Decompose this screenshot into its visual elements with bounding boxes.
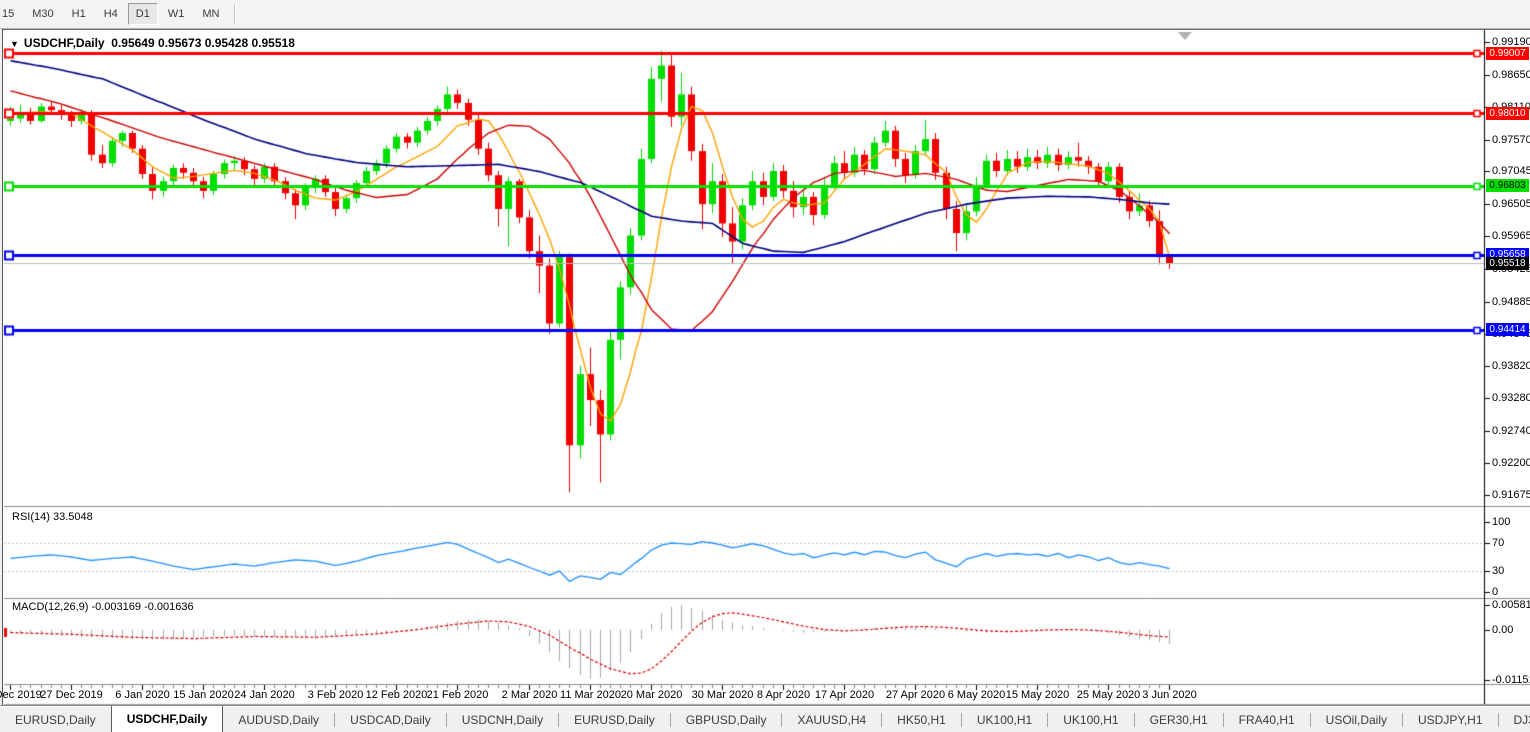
price-axis-label: 0.95965	[1492, 230, 1530, 242]
chart-tab-uk100-h1[interactable]: UK100,H1	[962, 706, 1047, 732]
chart-tab-audusd-daily[interactable]: AUDUSD,Daily	[223, 706, 334, 732]
date-axis-label: 3 Jun 2020	[1142, 689, 1196, 701]
hline-price-badge: 0.94414	[1486, 323, 1529, 336]
rsi-axis-label: 100	[1492, 516, 1510, 528]
macd-indicator-label: MACD(12,26,9) -0.003169 -0.001636	[12, 601, 194, 613]
current-price-badge: 0.95518	[1486, 257, 1529, 270]
collapse-arrow-icon[interactable]: ▼	[10, 39, 19, 49]
date-axis-label: 20 Mar 2020	[621, 689, 683, 701]
chart-tab-eurusd-daily[interactable]: EURUSD,Daily	[0, 706, 111, 732]
chart-symbol: USDCHF,Daily	[24, 36, 105, 50]
date-axis-label: 30 Mar 2020	[692, 689, 754, 701]
date-axis-label: 27 Dec 2019	[40, 689, 102, 701]
hline-price-badge: 0.96803	[1486, 179, 1529, 192]
ohlc-open: 0.95649	[111, 36, 154, 50]
chart-tab-uk100-h1[interactable]: UK100,H1	[1048, 706, 1133, 732]
chart-tab-usdcnh-daily[interactable]: USDCNH,Daily	[447, 706, 558, 732]
chart-tab-gbpusd-daily[interactable]: GBPUSD,Daily	[671, 706, 782, 732]
chart-tabs: EURUSD,DailyUSDCHF,DailyAUDUSD,DailyUSDC…	[0, 706, 1530, 732]
date-axis-label: 3 Feb 2020	[308, 689, 364, 701]
chart-tab-hk50-h1[interactable]: HK50,H1	[882, 706, 961, 732]
date-axis-label: 15 May 2020	[1006, 689, 1070, 701]
price-axis-label: 0.91675	[1492, 489, 1530, 501]
chart-tab-usoil-daily[interactable]: USOil,Daily	[1311, 706, 1402, 732]
chart-tab-dj30-h1[interactable]: DJ30,H1	[1499, 706, 1530, 732]
date-axis-label: 12 Feb 2020	[366, 689, 428, 701]
hline-price-badge: 0.98010	[1486, 107, 1529, 120]
rsi-axis-label: 70	[1492, 537, 1504, 549]
chart-title: ▼ USDCHF,Daily 0.95649 0.95673 0.95428 0.…	[10, 36, 295, 50]
date-axis-label: 21 Feb 2020	[427, 689, 489, 701]
macd-axis-label: -0.011514	[1492, 674, 1530, 686]
chart-tab-xauusd-h4[interactable]: XAUUSD,H4	[782, 706, 881, 732]
date-axis-label: 6 May 2020	[948, 689, 1005, 701]
date-axis-label: 6 Jan 2020	[115, 689, 169, 701]
ohlc-low: 0.95428	[205, 36, 248, 50]
price-axis-label: 0.93280	[1492, 392, 1530, 404]
date-axis-label: 18 Dec 2019	[0, 689, 42, 701]
date-axis-label: 11 Mar 2020	[560, 689, 621, 701]
price-axis-label: 0.97045	[1492, 165, 1530, 177]
hline-price-badge: 0.99007	[1486, 47, 1529, 60]
date-axis-label: 25 May 2020	[1077, 689, 1141, 701]
date-axis-label: 17 Apr 2020	[815, 689, 874, 701]
price-axis-label: 0.97570	[1492, 134, 1530, 146]
ohlc-high: 0.95673	[158, 36, 201, 50]
price-axis-label: 0.92200	[1492, 457, 1530, 469]
price-axis-label: 0.92740	[1492, 425, 1530, 437]
price-axis-label: 0.98650	[1492, 69, 1530, 81]
chart-tab-fra40-h1[interactable]: FRA40,H1	[1224, 706, 1310, 732]
rsi-axis-label: 30	[1492, 565, 1504, 577]
date-axis-label: 8 Apr 2020	[757, 689, 810, 701]
rsi-indicator-label: RSI(14) 33.5048	[12, 511, 93, 523]
date-axis-label: 15 Jan 2020	[173, 689, 234, 701]
chart-tab-usdchf-daily[interactable]: USDCHF,Daily	[111, 706, 224, 732]
date-axis-label: 2 Mar 2020	[502, 689, 558, 701]
date-axis-label: 27 Apr 2020	[886, 689, 945, 701]
chart-tab-ger30-h1[interactable]: GER30,H1	[1135, 706, 1223, 732]
chart-tab-bar: EURUSD,DailyUSDCHF,DailyAUDUSD,DailyUSDC…	[0, 705, 1530, 732]
chart-canvas[interactable]	[0, 0, 1530, 732]
chart-tab-eurusd-daily[interactable]: EURUSD,Daily	[559, 706, 670, 732]
rsi-axis-label: 0	[1492, 586, 1498, 598]
macd-axis-label: 0.00	[1492, 624, 1513, 636]
trading-app-window: 15M30H1H4D1W1MN ▼USDCHF,Daily 0.95649 0.…	[0, 0, 1530, 732]
ohlc-close: 0.95518	[251, 36, 294, 50]
price-axis-label: 0.96505	[1492, 198, 1530, 210]
chart-tab-usdjpy-h1[interactable]: USDJPY,H1	[1403, 706, 1497, 732]
date-axis-label: 24 Jan 2020	[234, 689, 295, 701]
price-axis-label: 0.94885	[1492, 296, 1530, 308]
chart-tab-usdcad-daily[interactable]: USDCAD,Daily	[335, 706, 446, 732]
macd-axis-label: 0.005818	[1492, 599, 1530, 611]
price-axis-label: 0.93820	[1492, 360, 1530, 372]
